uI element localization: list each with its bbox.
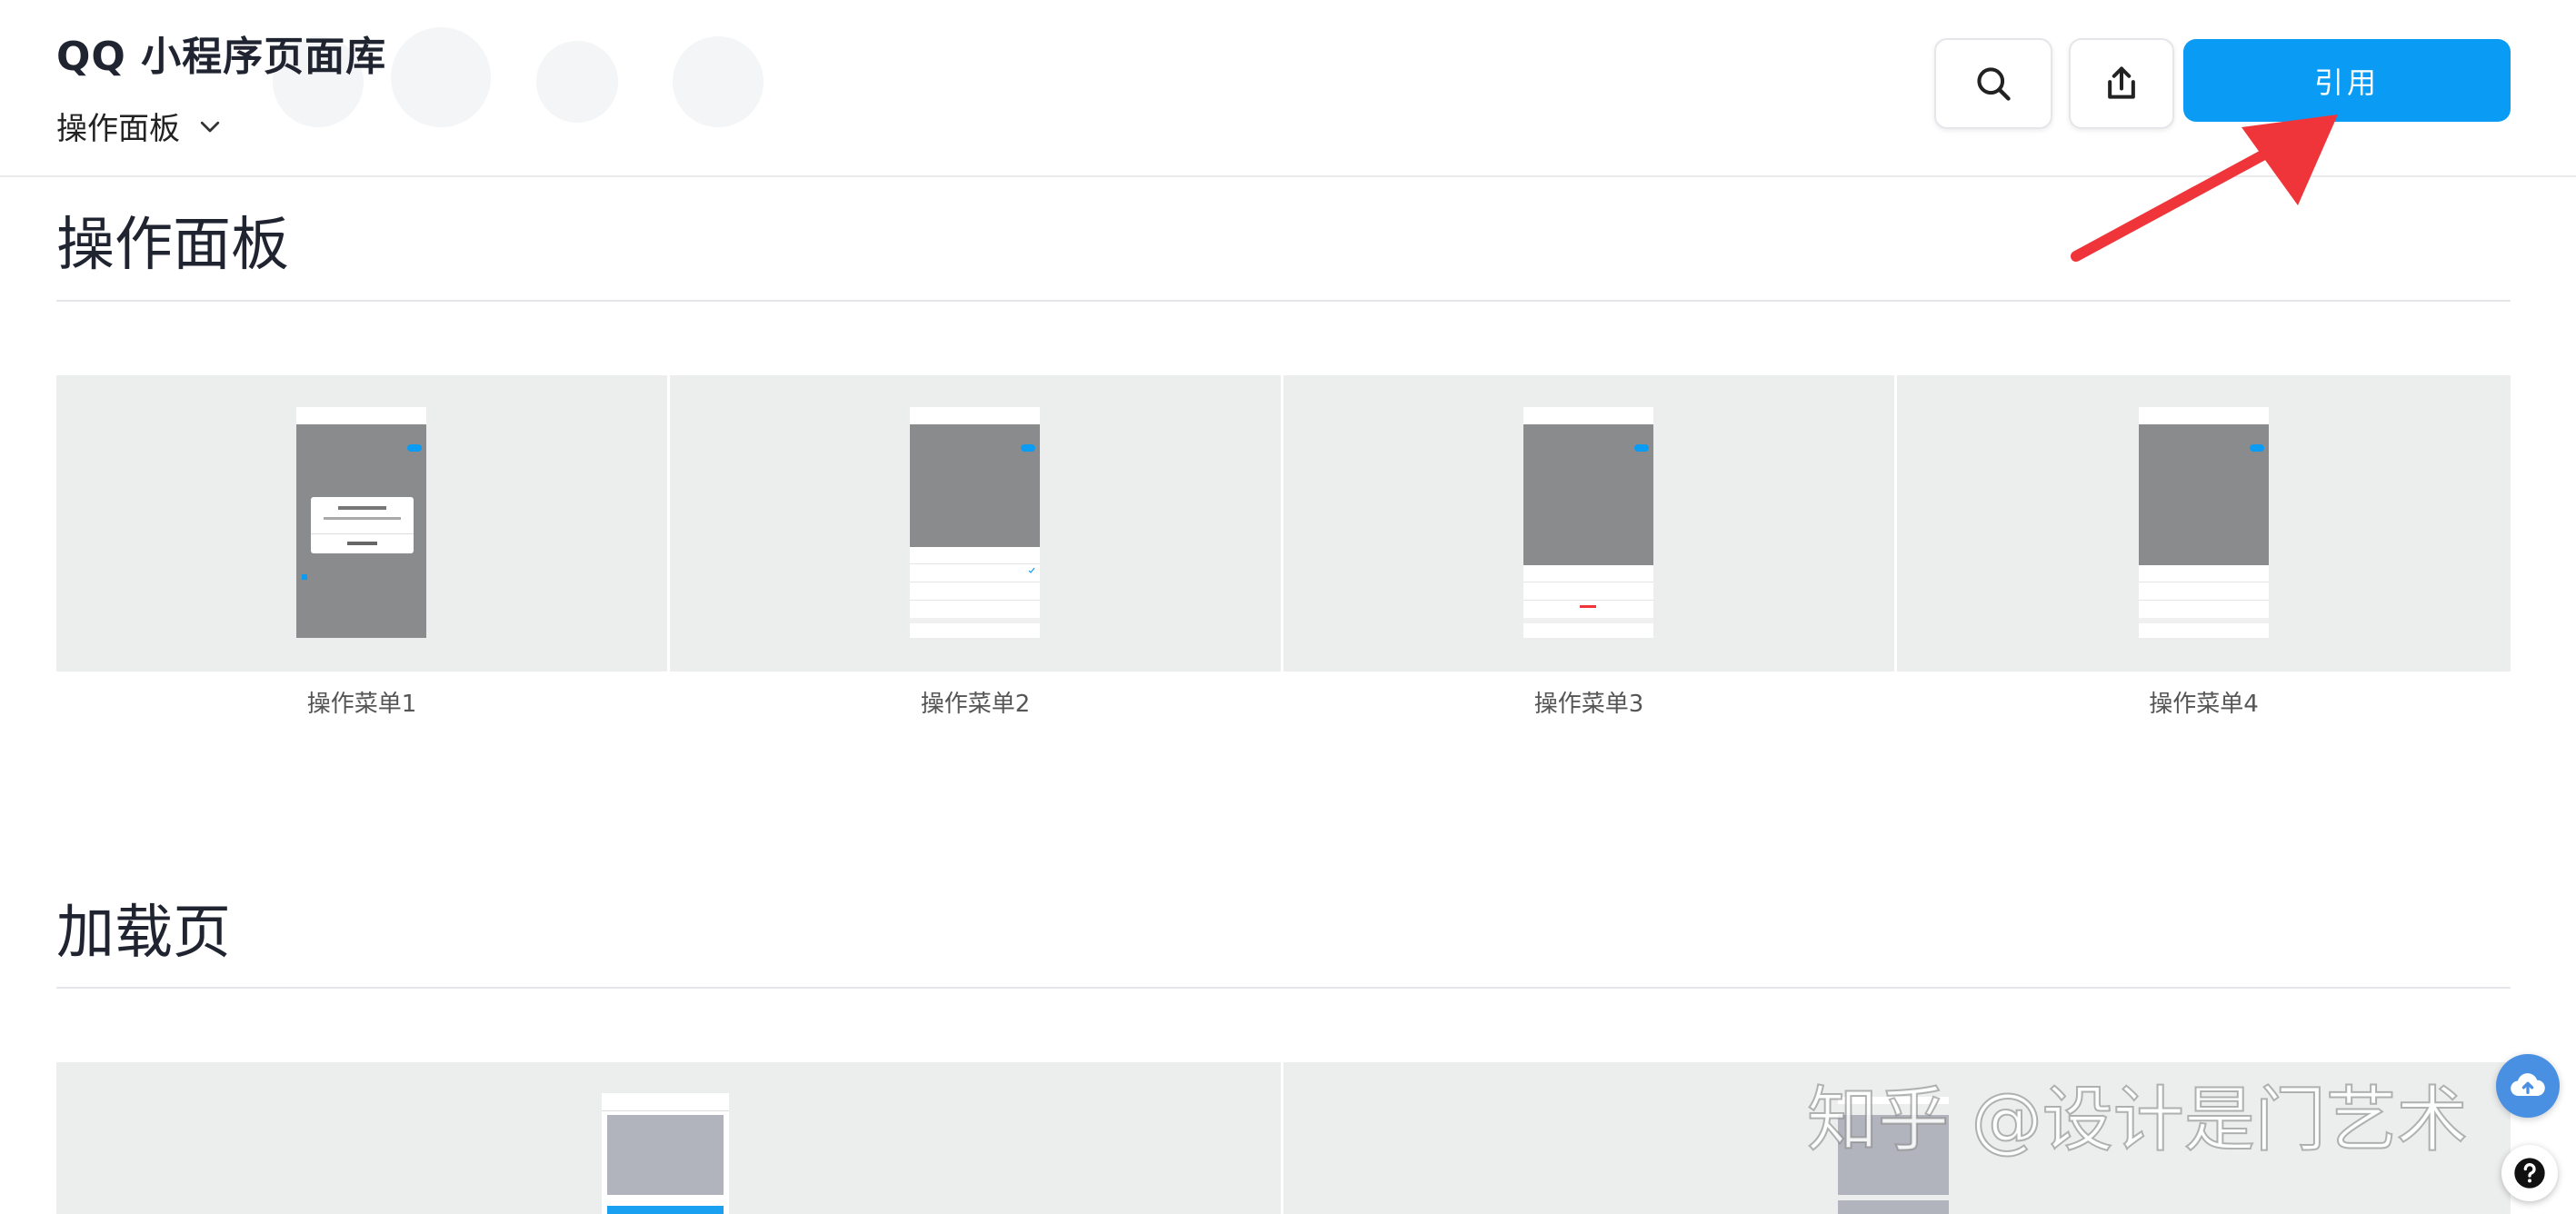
faint-background-shape xyxy=(391,27,491,127)
phone-preview-thumbnail xyxy=(602,1093,729,1214)
action-sheet-divider xyxy=(910,563,1040,564)
phone-nav-bar xyxy=(1523,412,1653,425)
card-caption: 操作菜单3 xyxy=(1533,691,1644,718)
template-card-loading-1[interactable] xyxy=(56,1062,1281,1214)
toggle-switch xyxy=(1021,444,1035,452)
action-sheet-gap xyxy=(910,618,1040,623)
page-selector-label: 操作面板 xyxy=(56,111,180,147)
check-icon xyxy=(1028,567,1035,573)
faint-background-shape xyxy=(673,36,764,127)
action-sheet-divider xyxy=(2139,600,2269,601)
section-title-action-panel: 操作面板 xyxy=(56,212,289,279)
template-card-action-menu-1[interactable] xyxy=(56,375,667,672)
card-caption: 操作菜单1 xyxy=(306,691,417,718)
action-sheet xyxy=(910,547,1040,638)
toggle-switch xyxy=(1634,444,1649,452)
phone-preview-thumbnail xyxy=(1523,407,1653,638)
template-card-action-menu-3[interactable] xyxy=(1283,375,1894,672)
section-divider xyxy=(56,987,2511,989)
phone-overlay xyxy=(2139,424,2269,565)
phone-nav-bar xyxy=(602,1098,729,1111)
phone-nav-bar xyxy=(296,412,426,425)
app-title: QQ 小程序页面库 xyxy=(56,34,387,80)
action-sheet-gap xyxy=(2139,618,2269,623)
phone-overlay xyxy=(910,424,1040,547)
red-annotation-arrow xyxy=(2071,114,2338,262)
loading-bar xyxy=(607,1206,724,1214)
phone-preview-thumbnail xyxy=(296,407,426,638)
modal-dialog xyxy=(311,497,414,553)
toggle-switch xyxy=(407,444,422,452)
action-sheet-divider xyxy=(1523,600,1653,601)
image-placeholder xyxy=(1838,1200,1949,1214)
section-divider xyxy=(56,300,2511,302)
share-icon xyxy=(2108,66,2135,99)
search-button[interactable] xyxy=(1934,38,2052,129)
phone-nav-bar xyxy=(2139,412,2269,425)
template-card-action-menu-4[interactable] xyxy=(1897,375,2511,672)
page-selector-dropdown[interactable]: 操作面板 xyxy=(56,104,224,148)
search-icon xyxy=(1977,67,2011,101)
watermark-text: 知乎 @设计是门艺术 xyxy=(1806,1079,2469,1162)
dialog-text-line xyxy=(324,517,401,520)
faint-background-shape xyxy=(536,41,618,123)
toggle-switch xyxy=(2250,444,2264,452)
cloud-upload-button[interactable] xyxy=(2496,1054,2560,1118)
template-card-action-menu-2[interactable] xyxy=(670,375,1281,672)
phone-preview-thumbnail xyxy=(2139,407,2269,638)
action-sheet-divider xyxy=(910,600,1040,601)
action-sheet xyxy=(2139,565,2269,638)
cloud-upload-icon xyxy=(2511,1073,2545,1097)
phone-overlay xyxy=(1523,424,1653,565)
dialog-button-text xyxy=(347,542,377,545)
phone-preview-thumbnail xyxy=(910,407,1040,638)
card-caption: 操作菜单2 xyxy=(920,691,1031,718)
card-caption: 操作菜单4 xyxy=(2149,691,2259,718)
checkbox-icon xyxy=(302,574,307,580)
phone-nav-bar xyxy=(910,412,1040,425)
help-icon xyxy=(2514,1158,2545,1189)
image-placeholder xyxy=(607,1115,724,1195)
phone-overlay xyxy=(296,424,426,638)
dialog-title-line xyxy=(338,506,386,510)
dialog-divider xyxy=(311,533,414,534)
action-sheet xyxy=(1523,565,1653,638)
destructive-option xyxy=(1580,605,1596,608)
action-sheet-gap xyxy=(1523,618,1653,623)
chevron-down-icon xyxy=(200,121,220,132)
help-button[interactable] xyxy=(2501,1145,2558,1201)
section-title-loading-page: 加载页 xyxy=(56,900,231,967)
